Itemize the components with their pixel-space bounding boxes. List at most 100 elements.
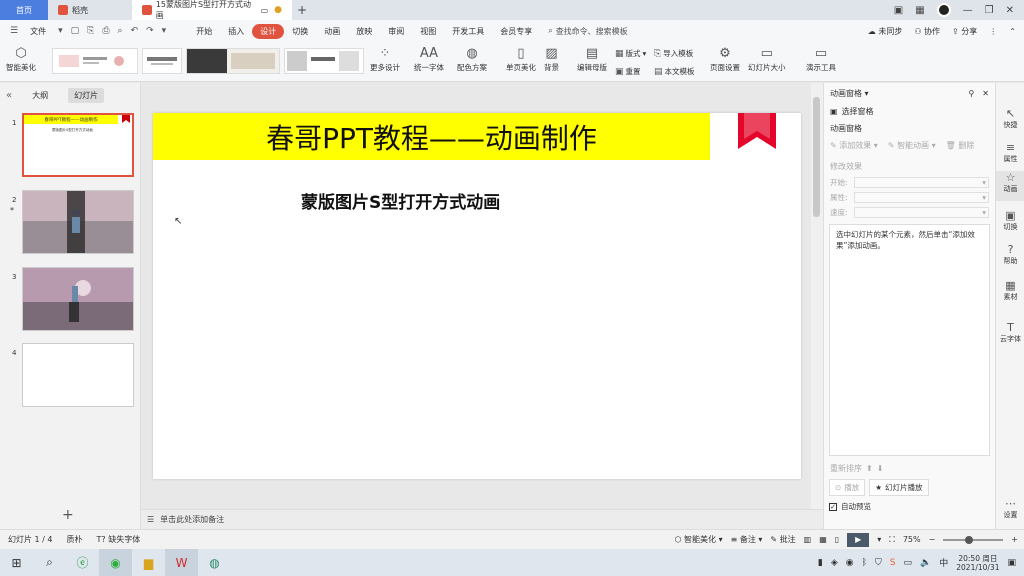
menu-member[interactable]: 会员专享: [492, 26, 540, 37]
design-template-3[interactable]: [186, 48, 280, 74]
design-template-2[interactable]: [142, 48, 182, 74]
layout-icon[interactable]: ▣: [894, 5, 903, 16]
move-down-icon[interactable]: ⬇: [877, 464, 884, 473]
clock[interactable]: 20:50 周日 2021/10/31: [956, 554, 999, 572]
tab-monitor-icon[interactable]: ▭: [261, 6, 269, 15]
page-setup-button[interactable]: ⚙ 页面设置: [710, 46, 740, 73]
wps-icon[interactable]: W: [165, 549, 198, 576]
export-icon[interactable]: ⎘: [83, 26, 98, 36]
unsaved-dot-icon[interactable]: ●: [274, 5, 282, 15]
share-button[interactable]: ⇪ 分享: [952, 26, 977, 37]
file-explorer-icon[interactable]: ▆: [132, 549, 165, 576]
collapse-panel-icon[interactable]: «: [6, 90, 12, 101]
menu-start[interactable]: 开始: [188, 26, 220, 37]
fit-window-icon[interactable]: ⛶: [889, 535, 895, 545]
zoom-level[interactable]: 75%: [903, 535, 921, 544]
slide-thumbnail-4[interactable]: [22, 343, 134, 407]
start-dropdown[interactable]: ▾: [853, 177, 989, 188]
wechat-icon[interactable]: ◉: [99, 549, 132, 576]
normal-view-icon[interactable]: ▥: [804, 535, 812, 544]
undo-icon[interactable]: ↶: [127, 26, 143, 36]
network-icon[interactable]: ▭: [904, 558, 913, 568]
slide-thumbnail-1[interactable]: 春哥PPT教程——动画制作 蒙版图片S型打开方式动画: [22, 113, 134, 177]
zoom-knob[interactable]: [965, 535, 974, 544]
sidebar-cloud-font[interactable]: T 云字体: [996, 321, 1024, 344]
menu-insert[interactable]: 插入: [220, 26, 252, 37]
close-icon[interactable]: ✕: [1006, 5, 1014, 16]
presenter-tools-button[interactable]: ▭ 演示工具: [806, 46, 836, 73]
more-icon[interactable]: ▾: [158, 26, 171, 36]
command-search[interactable]: ⌕ 查找命令、搜索模板: [540, 26, 627, 37]
pin-icon[interactable]: ⚲: [968, 89, 974, 98]
smart-anim-button[interactable]: ✎ 智能动画 ▾: [888, 140, 936, 151]
sorter-view-icon[interactable]: ▦: [819, 535, 827, 544]
slideshow-options-icon[interactable]: ▾: [877, 535, 881, 544]
preview-icon[interactable]: ⌕: [114, 26, 127, 36]
sync-button[interactable]: ☁ 未同步: [868, 26, 903, 37]
close-icon[interactable]: ✕: [982, 89, 989, 98]
animation-list[interactable]: 选中幻灯片的某个元素，然后单击“添加效果”添加动画。: [829, 224, 990, 456]
windows-start-icon[interactable]: ⊞: [0, 549, 33, 576]
tab-slides[interactable]: 幻灯片: [68, 87, 105, 103]
speed-field[interactable]: 速度: ▾: [824, 205, 995, 220]
slide-thumbnail-3[interactable]: [22, 267, 134, 331]
edit-master-button[interactable]: ▤ 编辑母版: [577, 46, 607, 73]
ime-indicator[interactable]: 中: [939, 556, 948, 569]
move-up-icon[interactable]: ⬆: [866, 464, 873, 473]
scrollbar-thumb[interactable]: [813, 97, 820, 217]
property-dropdown[interactable]: ▾: [853, 192, 989, 203]
sidebar-transition[interactable]: ▣ 切换: [996, 209, 1024, 232]
redo-icon[interactable]: ↷: [142, 26, 158, 36]
slide-subtitle[interactable]: 蒙版图片S型打开方式动画: [301, 188, 500, 213]
menu-file[interactable]: 文件: [22, 26, 54, 37]
sidebar-material[interactable]: ▦ 素材: [996, 279, 1024, 302]
notes-toggle-button[interactable]: ≡ 备注 ▾: [731, 534, 763, 545]
menu-view[interactable]: 视图: [412, 26, 444, 37]
tab-home[interactable]: 首页: [0, 0, 48, 20]
title-banner[interactable]: 春哥PPT教程——动画制作: [153, 113, 710, 160]
collab-button[interactable]: ⚇ 协作: [914, 26, 940, 37]
comments-button[interactable]: ✎ 批注: [770, 534, 795, 545]
sidebar-quick[interactable]: ↖ 快捷: [996, 107, 1024, 130]
unify-font-button[interactable]: AA 统一字体: [414, 46, 444, 73]
play-button[interactable]: ⊙ 播放: [829, 479, 866, 496]
bluetooth-icon[interactable]: ᛒ: [862, 558, 867, 568]
print-icon[interactable]: ⎙: [98, 26, 113, 36]
tray-icon[interactable]: ◈: [831, 558, 838, 568]
slideshow-button[interactable]: ★ 幻灯片播放: [869, 479, 929, 496]
app-icon[interactable]: ◍: [198, 549, 231, 576]
auto-preview-checkbox[interactable]: ✓ 自动预览: [824, 498, 995, 515]
sidebar-property[interactable]: ≡ 属性: [996, 141, 1024, 164]
tab-document[interactable]: 15蒙版图片S型打开方式动画 ▭ ●: [132, 0, 292, 20]
reading-view-icon[interactable]: ▯: [835, 535, 839, 544]
collapse-ribbon-icon[interactable]: ⌃: [1009, 27, 1016, 36]
color-scheme-button[interactable]: ◍ 配色方案: [457, 46, 487, 73]
menu-transition[interactable]: 切换: [284, 26, 316, 37]
menu-design[interactable]: 设计: [252, 23, 285, 39]
single-page-beautify-button[interactable]: ▯ 单页美化: [506, 46, 536, 73]
play-slideshow-button[interactable]: ▶: [847, 532, 870, 547]
text-template-button[interactable]: ▤ 本文模板: [654, 66, 695, 77]
vertical-scrollbar[interactable]: [811, 83, 823, 509]
theme-name[interactable]: 质朴: [67, 534, 83, 545]
tab-daoke[interactable]: 稻壳: [48, 0, 132, 20]
zoom-in-icon[interactable]: +: [1011, 535, 1018, 544]
sidebar-settings[interactable]: ⋯ 设置: [996, 497, 1024, 520]
delete-button[interactable]: 🗑 删除: [946, 140, 975, 151]
volume-icon[interactable]: 🔈: [920, 558, 931, 568]
slide-thumbnail-2[interactable]: [22, 190, 134, 254]
new-tab-button[interactable]: +: [292, 0, 312, 20]
zoom-slider[interactable]: [943, 535, 1004, 544]
notes-bar[interactable]: ☰ 单击此处添加备注: [141, 509, 823, 529]
select-pane-button[interactable]: ▣ 选择窗格: [824, 103, 995, 120]
background-button[interactable]: ▨ 背景: [544, 46, 559, 73]
save-icon[interactable]: ▢: [67, 26, 84, 36]
add-effect-button[interactable]: ✎ 添加效果 ▾: [830, 140, 878, 151]
design-template-4[interactable]: [284, 48, 364, 74]
reset-button[interactable]: ▣ 重置: [615, 66, 641, 77]
restore-icon[interactable]: ❐: [985, 5, 994, 16]
hamburger-icon[interactable]: ☰: [6, 26, 22, 36]
missing-font-button[interactable]: T? 缺失字体: [97, 534, 141, 545]
design-template-1[interactable]: [52, 48, 138, 74]
start-field[interactable]: 开始: ▾: [824, 175, 995, 190]
